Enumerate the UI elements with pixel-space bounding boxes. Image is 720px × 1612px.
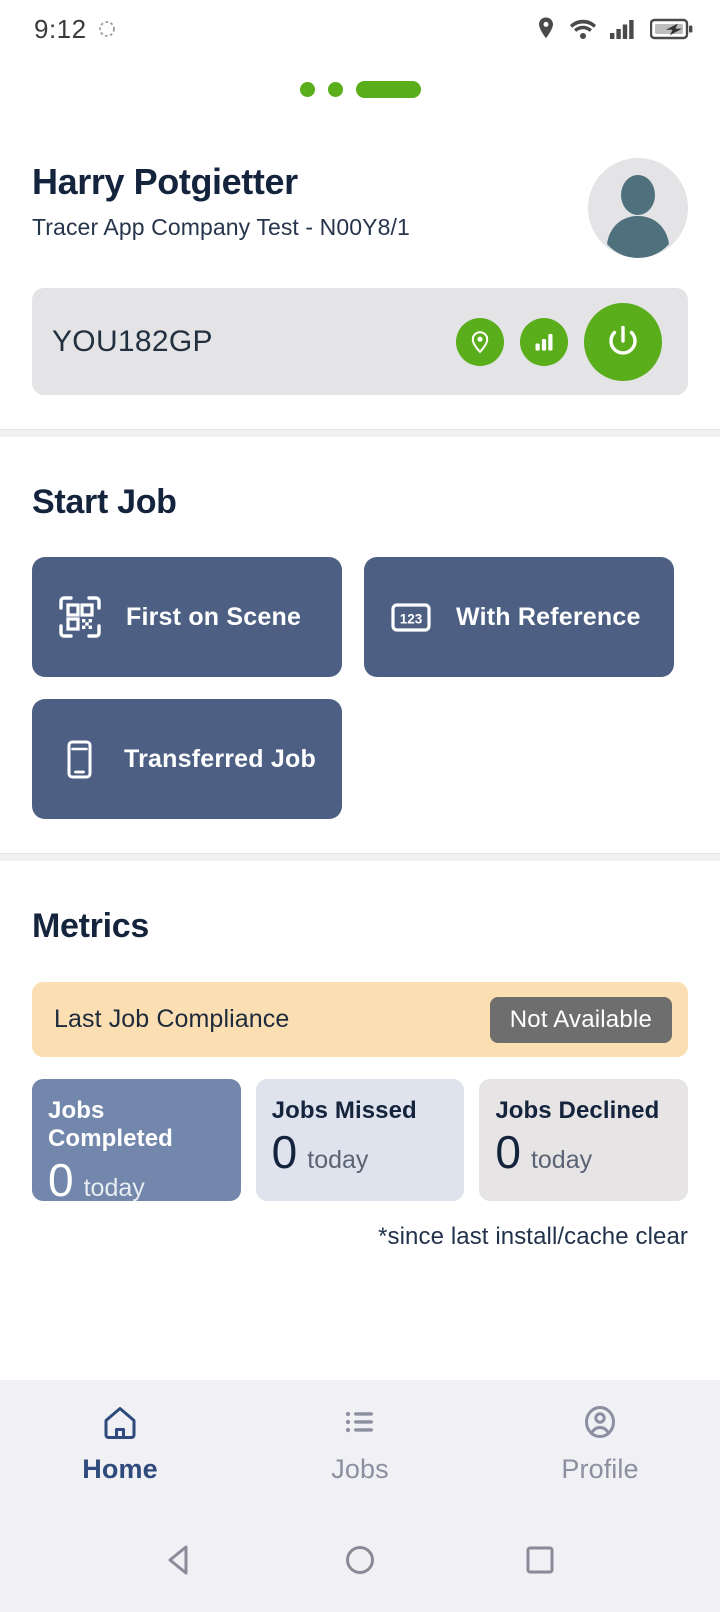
smartphone-icon — [56, 736, 102, 782]
status-bar-right — [535, 16, 694, 42]
jobs-completed-value: 0 today — [48, 1157, 225, 1203]
metrics-section: Metrics Last Job Compliance Not Availabl… — [0, 861, 720, 1251]
section-divider-1 — [0, 429, 720, 437]
location-button[interactable] — [456, 317, 504, 366]
status-bar: 9:12 — [0, 0, 720, 58]
power-icon — [609, 325, 637, 355]
power-button[interactable] — [584, 302, 662, 381]
jobs-declined-value: 0 today — [495, 1129, 672, 1175]
signal-icon — [535, 333, 553, 350]
jobs-completed-title: Jobs Completed — [48, 1097, 173, 1152]
home-icon — [104, 1407, 136, 1439]
start-job-buttons: First on Scene 123 With Reference Transf… — [32, 522, 688, 819]
tab-home-label: Home — [82, 1454, 158, 1484]
company-subtitle: Tracer App Company Test - N00Y8/1 — [32, 213, 410, 240]
circle-icon — [346, 1546, 374, 1574]
jobs-declined-title: Jobs Declined — [495, 1097, 660, 1124]
metrics-footnote: *since last install/cache clear — [378, 1223, 688, 1250]
jobs-missed-value: 0 today — [272, 1129, 449, 1175]
bottom-tab-bar: Home Jobs Profile — [0, 1380, 720, 1508]
page-title: Harry Potgietter — [32, 161, 298, 202]
location-icon — [539, 17, 553, 39]
triangle-left-icon — [168, 1545, 188, 1575]
battery-charging-icon — [650, 18, 693, 40]
cellular-signal-icon — [610, 20, 634, 39]
start-job-title: Start Job — [32, 483, 177, 521]
jobs-declined-number: 0 — [495, 1126, 521, 1178]
jobs-completed-unit: today — [83, 1174, 145, 1202]
page-dot-3-active[interactable] — [355, 80, 421, 98]
list-icon — [345, 1411, 373, 1433]
jobs-declined-card[interactable]: Jobs Declined 0 today — [479, 1079, 689, 1201]
first-on-scene-label: First on Scene — [126, 602, 302, 631]
tab-profile[interactable]: Profile — [480, 1403, 720, 1485]
jobs-missed-title: Jobs Missed — [271, 1097, 417, 1124]
with-reference-button[interactable]: 123 With Reference — [364, 557, 674, 677]
metric-cards: Jobs Completed 0 today Jobs Missed 0 tod… — [32, 1079, 689, 1203]
status-bar-clock: 9:12 — [34, 13, 87, 44]
qr-scan-icon — [56, 593, 104, 641]
android-navigation-bar — [0, 1508, 720, 1612]
refresh-icon — [98, 21, 115, 37]
jobs-completed-number: 0 — [48, 1154, 74, 1206]
avatar[interactable] — [588, 158, 688, 258]
tab-jobs[interactable]: Jobs — [240, 1403, 480, 1485]
square-icon — [526, 1546, 554, 1574]
numeric-123-icon: 123 — [388, 594, 434, 640]
signal-button[interactable] — [520, 317, 568, 366]
wifi-icon — [570, 19, 596, 39]
jobs-completed-card[interactable]: Jobs Completed 0 today — [32, 1079, 241, 1203]
start-job-section: Start Job First on Scene 123 With Refere… — [0, 437, 720, 819]
jobs-missed-unit: today — [307, 1146, 369, 1174]
app-screen: 9:12 Harry Potgietter Tracer App Company… — [0, 0, 720, 1612]
vehicle-bar: YOU182GP — [32, 288, 688, 395]
profile-text: Harry Potgietter Tracer App Company Test… — [32, 158, 410, 241]
jobs-missed-card[interactable]: Jobs Missed 0 today — [255, 1079, 465, 1201]
section-divider-2 — [0, 853, 720, 861]
page-dot-1[interactable] — [299, 81, 315, 97]
account-circle-icon — [585, 1406, 615, 1438]
page-indicator[interactable] — [0, 58, 720, 120]
user-silhouette-icon — [588, 158, 688, 258]
tab-profile-label: Profile — [561, 1454, 639, 1484]
profile-header: Harry Potgietter Tracer App Company Test… — [0, 120, 720, 395]
location-icon — [471, 330, 489, 353]
last-job-compliance-row: Last Job Compliance Not Available — [32, 982, 688, 1057]
back-button[interactable] — [157, 1537, 203, 1583]
status-bar-left: 9:12 — [34, 14, 117, 45]
jobs-declined-unit: today — [530, 1146, 593, 1174]
vehicle-registration: YOU182GP — [52, 324, 213, 358]
jobs-missed-number: 0 — [271, 1126, 298, 1178]
page-dot-2[interactable] — [327, 81, 343, 97]
first-on-scene-button[interactable]: First on Scene — [32, 557, 342, 677]
tab-home[interactable]: Home — [0, 1403, 240, 1485]
home-button[interactable] — [337, 1537, 383, 1583]
recents-button[interactable] — [517, 1537, 563, 1583]
profile-header-row: Harry Potgietter Tracer App Company Test… — [32, 158, 688, 258]
svg-text:123: 123 — [400, 612, 423, 627]
metrics-title: Metrics — [32, 907, 149, 945]
transferred-job-button[interactable]: Transferred Job — [32, 699, 342, 819]
tab-jobs-label: Jobs — [331, 1454, 389, 1484]
transferred-job-label: Transferred Job — [124, 744, 316, 773]
status-badge: Not Available — [489, 996, 672, 1043]
compliance-label: Last Job Compliance — [54, 1005, 290, 1033]
vehicle-actions — [456, 302, 662, 381]
with-reference-label: With Reference — [456, 602, 641, 631]
